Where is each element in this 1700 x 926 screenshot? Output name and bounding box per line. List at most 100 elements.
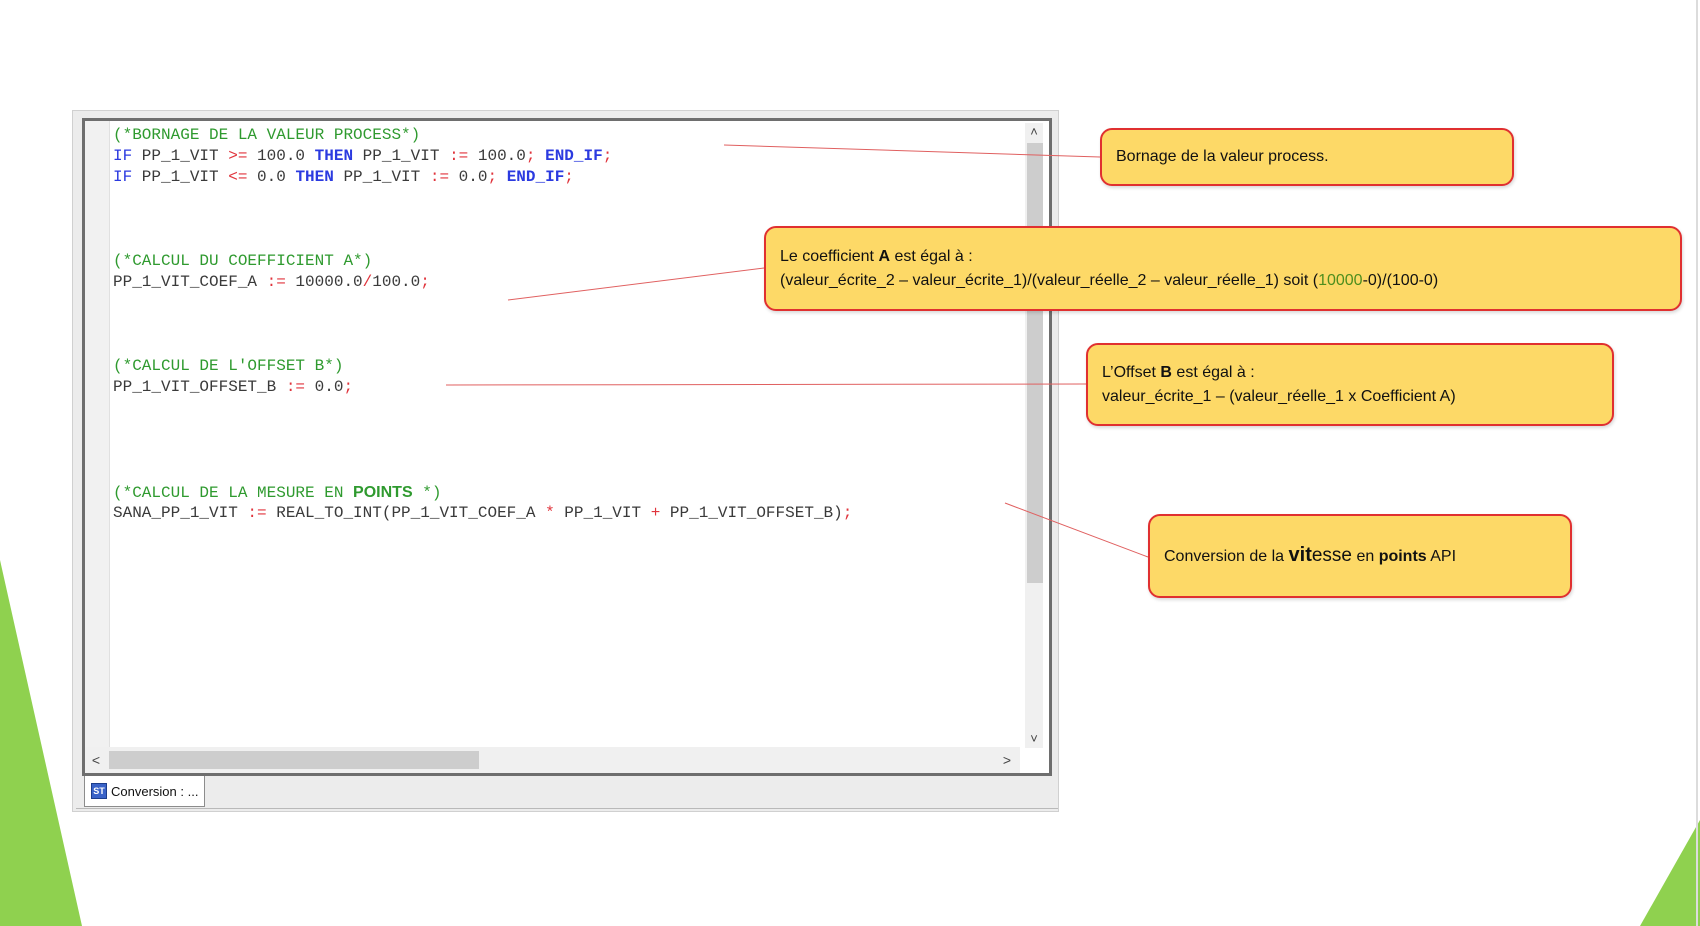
code-line[interactable] — [113, 314, 1013, 335]
code-token: 100.0 — [372, 273, 421, 291]
offset-prefix: L’Offset — [1102, 364, 1161, 381]
code-token: PP_1_VIT — [132, 147, 229, 165]
code-token: ; — [420, 273, 430, 291]
code-line[interactable] — [113, 461, 1013, 482]
vertical-scroll-thumb[interactable] — [1027, 143, 1043, 583]
code-token: END_IF — [506, 168, 565, 186]
code-line[interactable]: (*CALCUL DE LA MESURE EN POINTS *) — [113, 482, 1013, 503]
coef-prefix: Le coefficient — [780, 248, 879, 265]
callout-bornage-text: Bornage de la valeur process. — [1116, 148, 1329, 165]
tab-conversion-label: Conversion : ... — [111, 783, 199, 799]
tab-conversion[interactable]: ST Conversion : ... — [84, 776, 206, 807]
scroll-down-arrow-icon[interactable]: ˅ — [1025, 730, 1043, 748]
code-token: PP_1_VIT — [132, 168, 229, 186]
code-line[interactable] — [113, 188, 1013, 209]
code-token: 100.0 — [247, 147, 315, 165]
callout-conversion-text: Conversion de la vitesse en points API — [1164, 543, 1456, 569]
callout-offset-line1: L’Offset B est égal à : — [1102, 361, 1598, 385]
code-token: 0.0 — [305, 378, 344, 396]
callout-bornage: Bornage de la valeur process. — [1100, 128, 1514, 186]
code-token: (*CALCUL DE LA MESURE EN — [113, 484, 354, 502]
callout-offset-line2: valeur_écrite_1 – (valeur_réelle_1 x Coe… — [1102, 388, 1456, 405]
conv-a: Conversion de la — [1164, 548, 1289, 565]
code-line[interactable]: (*CALCUL DE L'OFFSET B*) — [113, 356, 1013, 377]
code-token: END_IF — [545, 147, 603, 165]
code-token: POINTS — [353, 484, 413, 501]
offset-suffix: est égal à : — [1171, 364, 1255, 381]
code-token: := — [247, 504, 267, 522]
code-token: PP_1_VIT_COEF_A — [113, 273, 267, 291]
code-token: PP_1_VIT — [554, 504, 651, 522]
code-line[interactable]: PP_1_VIT_OFFSET_B := 0.0; — [113, 377, 1013, 398]
code-token: / — [362, 273, 373, 291]
callout-conversion: Conversion de la vitesse en points API — [1148, 514, 1572, 598]
scroll-right-arrow-icon[interactable]: > — [998, 751, 1016, 769]
code-line[interactable]: IF PP_1_VIT <= 0.0 THEN PP_1_VIT := 0.0;… — [113, 167, 1013, 188]
code-token: *) — [412, 484, 442, 502]
code-line[interactable]: IF PP_1_VIT >= 100.0 THEN PP_1_VIT := 10… — [113, 146, 1013, 167]
code-token: THEN — [314, 147, 354, 165]
code-line[interactable]: (*BORNAGE DE LA VALEUR PROCESS*) — [113, 125, 1013, 146]
structured-text-code[interactable]: (*BORNAGE DE LA VALEUR PROCESS*) IF PP_1_… — [113, 125, 1013, 745]
right-green-triangle — [1640, 820, 1700, 926]
callout-coefficient: Le coefficient A est égal à : (valeur_éc… — [764, 226, 1682, 311]
code-token: PP_1_VIT_OFFSET_B — [113, 378, 286, 396]
code-token: ; — [564, 168, 574, 186]
code-token: ; — [487, 168, 498, 186]
left-green-triangle — [0, 560, 82, 926]
code-token: IF — [113, 168, 133, 186]
coef-line2-a: (valeur_écrite_2 – valeur_écrite_1)/(val… — [780, 272, 1319, 289]
horizontal-scroll-thumb[interactable] — [109, 751, 479, 769]
coef-suffix: est égal à : — [890, 248, 973, 265]
code-token: (*BORNAGE DE LA VALEUR PROCESS*) — [113, 126, 421, 144]
code-token: := — [285, 378, 306, 396]
structured-text-icon: ST — [91, 783, 107, 799]
code-token: 0.0 — [449, 168, 488, 186]
code-editor[interactable]: (*BORNAGE DE LA VALEUR PROCESS*) IF PP_1_… — [82, 118, 1052, 776]
scroll-left-arrow-icon[interactable]: < — [87, 751, 105, 769]
code-token: 100.0 — [468, 147, 526, 165]
editor-tab-bar: ST Conversion : ... — [76, 776, 1058, 809]
conv-bold: points — [1378, 548, 1427, 565]
code-token: := — [449, 147, 469, 165]
code-token: * — [545, 504, 555, 522]
code-token: >= — [228, 147, 248, 165]
code-token: SANA_PP_1_VIT — [113, 504, 248, 522]
offset-bold: B — [1160, 364, 1172, 381]
code-line[interactable]: SANA_PP_1_VIT := REAL_TO_INT(PP_1_VIT_CO… — [113, 503, 1013, 524]
code-token: := — [429, 168, 450, 186]
callout-coef-line2: (valeur_écrite_2 – valeur_écrite_1)/(val… — [780, 269, 1666, 293]
callout-offset: L’Offset B est égal à : valeur_écrite_1 … — [1086, 343, 1614, 426]
code-token: + — [650, 504, 661, 522]
code-line[interactable] — [113, 398, 1013, 419]
code-token: PP_1_VIT — [353, 147, 450, 165]
code-token: PP_1_VIT — [333, 168, 430, 186]
code-token: THEN — [295, 168, 334, 186]
code-line[interactable] — [113, 440, 1013, 461]
code-token: := — [266, 273, 286, 291]
code-token: PP_1_VIT_OFFSET_B) — [660, 504, 843, 522]
horizontal-scrollbar[interactable]: < > — [85, 747, 1020, 773]
code-token: 0.0 — [247, 168, 296, 186]
callout-coef-line1: Le coefficient A est égal à : — [780, 245, 1666, 269]
code-token: (*CALCUL DE L'OFFSET B*) — [113, 357, 344, 375]
conv-d: API — [1426, 548, 1457, 565]
conv-c: en — [1352, 548, 1379, 565]
code-line[interactable] — [113, 335, 1013, 356]
code-token: <= — [228, 168, 248, 186]
code-token: IF — [113, 147, 133, 165]
conv-big: vit — [1288, 544, 1312, 566]
coef-bold: A — [878, 248, 890, 265]
conv-b: esse — [1311, 545, 1352, 566]
code-token: (*CALCUL DU COEFFICIENT A*) — [113, 252, 373, 270]
scroll-up-arrow-icon[interactable]: ˄ — [1025, 123, 1043, 141]
editor-gutter — [85, 121, 110, 751]
code-line[interactable] — [113, 419, 1013, 440]
code-token: ; — [602, 147, 613, 165]
vertical-scrollbar[interactable]: ˄ ˅ — [1025, 123, 1043, 748]
code-token: REAL_TO_INT(PP_1_VIT_COEF_A — [266, 504, 546, 522]
code-token: ; — [343, 378, 354, 396]
code-token: 10000.0 — [285, 273, 363, 291]
